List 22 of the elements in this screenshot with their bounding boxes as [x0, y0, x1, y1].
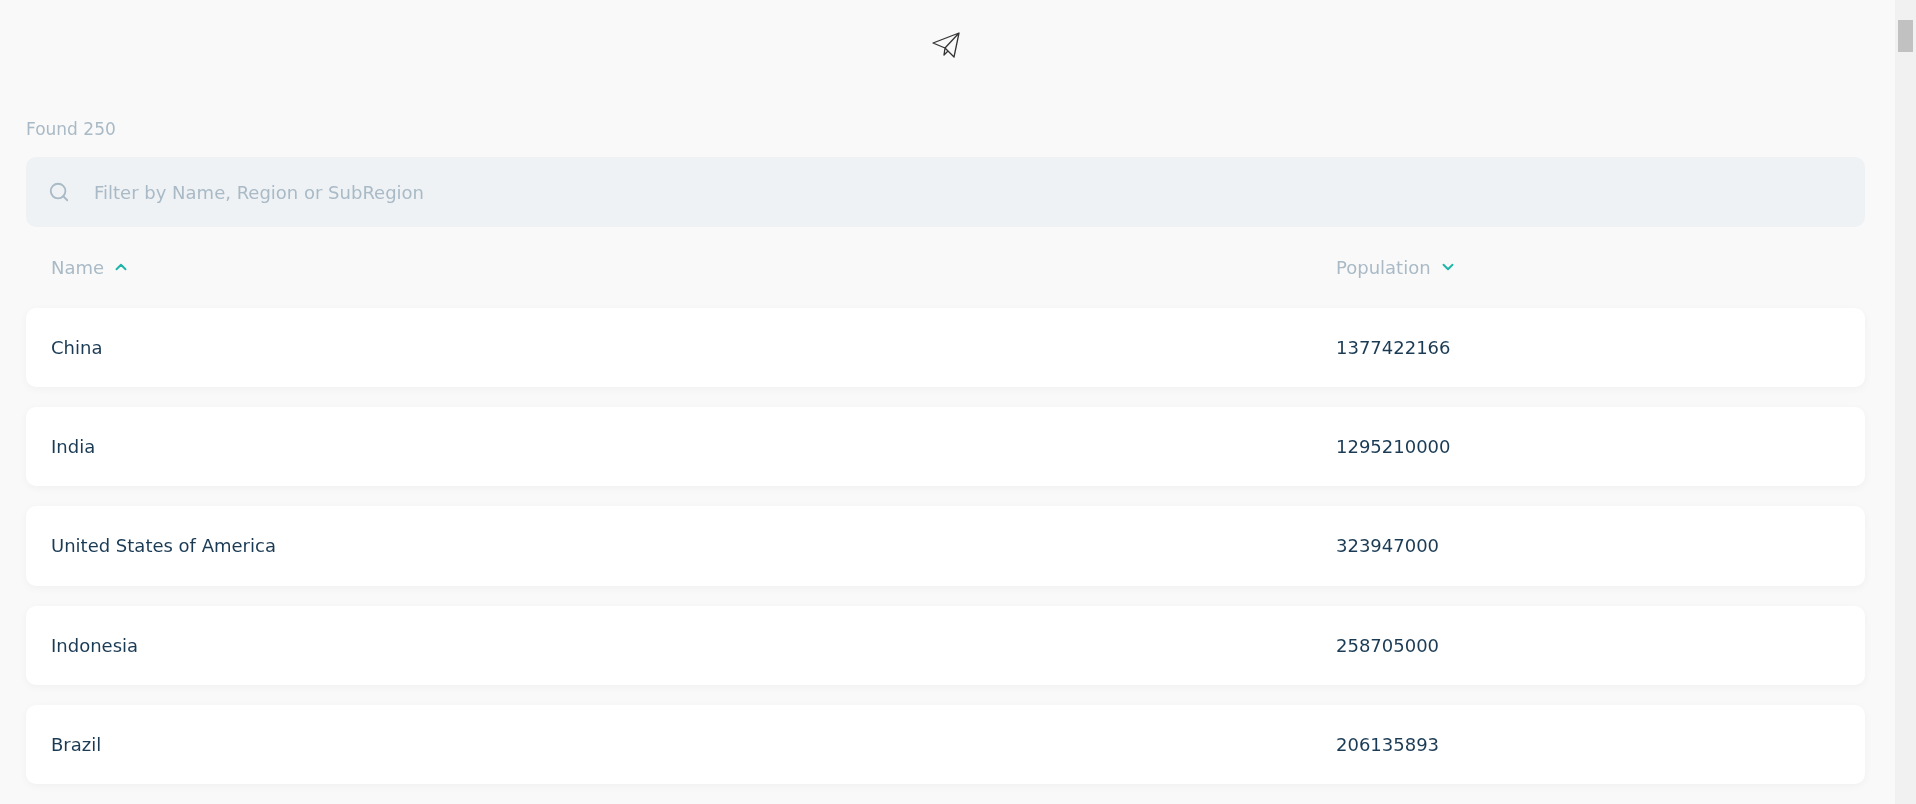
- country-row[interactable]: India 1295210000: [26, 407, 1865, 487]
- population-value: 1295210000: [1336, 436, 1451, 458]
- search-icon: [48, 181, 70, 204]
- population-value: 258705000: [1336, 634, 1440, 656]
- country-name: Brazil: [51, 733, 102, 755]
- country-row[interactable]: United States of America 323947000: [26, 506, 1865, 586]
- country-row[interactable]: China 1377422166: [26, 307, 1865, 388]
- country-row[interactable]: Indonesia 258705000: [26, 605, 1865, 685]
- country-name: United States of America: [51, 535, 276, 557]
- search-field[interactable]: Filter by Name, Region or SubRegion: [92, 180, 1843, 204]
- paper-plane-icon: [931, 32, 960, 58]
- country-name: Indonesia: [51, 634, 139, 656]
- country-row[interactable]: Brazil 206135893: [26, 704, 1865, 784]
- country-name: China: [51, 337, 103, 358]
- search-bar[interactable]: Filter by Name, Region or SubRegion: [26, 157, 1865, 227]
- results-count: Found 250: [26, 119, 117, 140]
- country-name: India: [51, 436, 96, 458]
- population-value: 323947000: [1336, 535, 1440, 557]
- scrollbar-thumb[interactable]: [1898, 20, 1913, 52]
- scrollbar[interactable]: [1895, 0, 1916, 804]
- population-value: 1377422166: [1336, 337, 1451, 358]
- population-value: 206135893: [1336, 733, 1440, 755]
